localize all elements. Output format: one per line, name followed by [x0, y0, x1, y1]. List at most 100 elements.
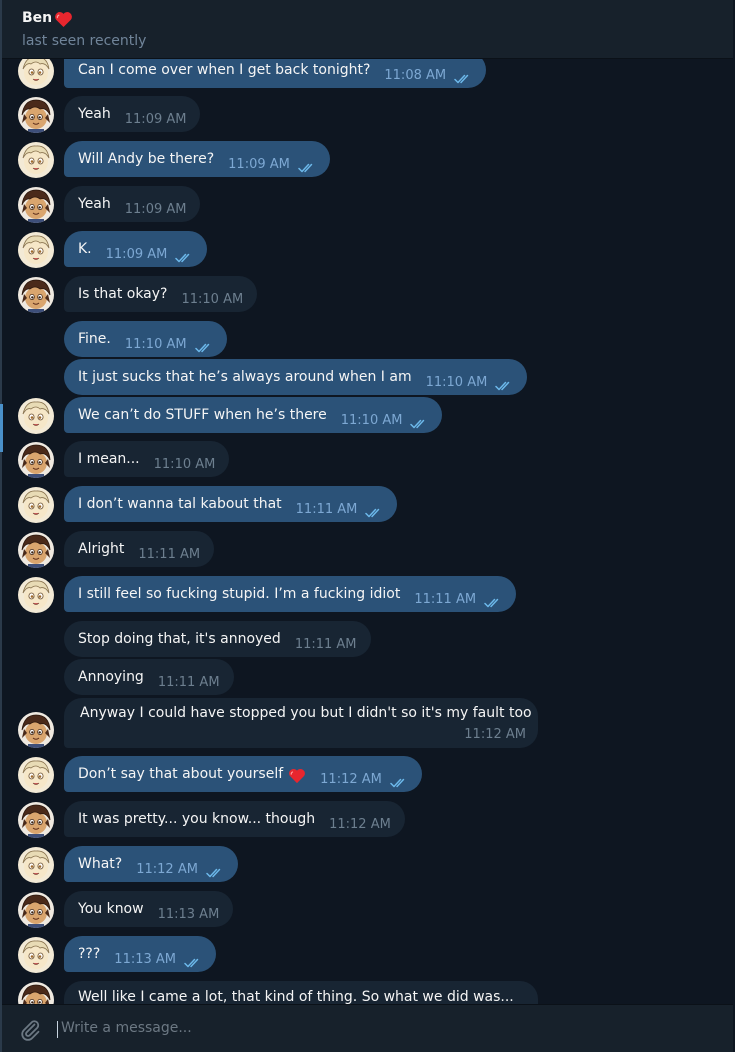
message-time: 11:11 AM	[414, 591, 477, 607]
message-bubble[interactable]: Well like I came a lot, that kind of thi…	[64, 981, 538, 1004]
message-time: 11:13 AM	[114, 951, 177, 967]
read-checkmarks-icon	[495, 376, 513, 391]
message-time: 11:11 AM	[157, 674, 220, 690]
message-text: I mean...	[78, 451, 140, 467]
message-bubble[interactable]: Anyway I could have stopped you but I di…	[64, 698, 538, 748]
message-text: I don’t wanna tal kabout that	[78, 496, 282, 512]
avatar-me[interactable]	[18, 398, 54, 434]
message-bubble[interactable]: K. 11:09 AM	[64, 231, 208, 267]
read-checkmarks-icon	[184, 953, 202, 968]
avatar-ben[interactable]	[18, 892, 54, 928]
heart-icon	[55, 12, 72, 28]
message-bubble[interactable]: You know 11:13 AM	[64, 891, 234, 927]
read-checkmarks-icon	[390, 773, 408, 788]
read-checkmarks-icon	[410, 414, 428, 429]
message-time: 11:08 AM	[384, 67, 447, 83]
message-text: Will Andy be there?	[78, 151, 215, 167]
read-checkmarks-icon	[175, 248, 193, 263]
message-bubble[interactable]: We can’t do STUFF when he’s there 11:10 …	[64, 397, 443, 433]
avatar-ben[interactable]	[18, 532, 54, 568]
contact-name[interactable]: Ben	[22, 10, 52, 26]
message-bubble[interactable]: Yeah 11:09 AM	[64, 186, 201, 222]
message-bubble[interactable]: ??? 11:13 AM	[64, 936, 217, 972]
message-text: What?	[78, 856, 123, 872]
read-checkmarks-icon	[298, 158, 316, 173]
read-checkmarks-icon	[484, 593, 502, 608]
avatar-ben[interactable]	[18, 187, 54, 223]
message-bubble[interactable]: Fine. 11:10 AM	[64, 321, 227, 357]
message-bubble[interactable]: Can I come over when I get back tonight?…	[64, 59, 487, 88]
avatar-me[interactable]	[18, 937, 54, 973]
message-text: Yeah	[78, 196, 111, 212]
message-time: 11:12 AM	[329, 816, 391, 832]
avatar-ben[interactable]	[18, 982, 54, 1004]
heart-icon	[289, 768, 306, 784]
message-text: Yeah	[78, 106, 111, 122]
read-checkmarks-icon	[206, 863, 224, 878]
message-time: 11:10 AM	[425, 374, 488, 390]
message-bubble[interactable]: Will Andy be there? 11:09 AM	[64, 141, 330, 177]
message-time: 11:09 AM	[228, 156, 290, 172]
message-text: Don’t say that about yourself	[78, 766, 284, 782]
avatar-me[interactable]	[18, 59, 54, 89]
message-text: Stop doing that, it's annoyed	[78, 631, 281, 647]
avatar-me[interactable]	[18, 232, 54, 268]
avatar-ben[interactable]	[18, 97, 54, 133]
chat-header[interactable]: Ben last seen recently	[2, 0, 733, 59]
avatar-ben[interactable]	[18, 712, 54, 748]
message-text: Annoying	[78, 669, 144, 685]
message-time: 11:10 AM	[153, 456, 216, 472]
message-bubble[interactable]: I mean... 11:10 AM	[64, 441, 230, 477]
message-time: 11:13 AM	[157, 906, 220, 922]
message-time: 11:11 AM	[294, 636, 357, 652]
avatar-me[interactable]	[18, 847, 54, 883]
message-time: 11:11 AM	[138, 546, 201, 562]
last-seen-status: last seen recently	[22, 33, 147, 49]
read-checkmarks-icon	[365, 503, 383, 518]
avatar-me[interactable]	[18, 142, 54, 178]
message-time: 11:10 AM	[340, 412, 403, 428]
message-text: I still feel so fucking stupid. I’m a fu…	[78, 586, 401, 602]
message-bubble[interactable]: Annoying 11:11 AM	[64, 659, 234, 695]
message-bubble[interactable]: It just sucks that he’s always around wh…	[64, 359, 528, 395]
message-time: 11:12 AM	[136, 861, 198, 877]
avatar-me[interactable]	[18, 757, 54, 793]
paperclip-icon[interactable]	[18, 1017, 42, 1041]
avatar-ben[interactable]	[18, 802, 54, 838]
message-bubble[interactable]: It was pretty... you know... though 11:1…	[64, 801, 405, 837]
message-bubble[interactable]: Alright 11:11 AM	[64, 531, 215, 567]
message-text: Can I come over when I get back tonight?	[78, 62, 371, 78]
message-bubble[interactable]: Yeah 11:09 AM	[64, 96, 201, 132]
message-time: 11:12 AM	[320, 771, 382, 787]
message-bubble[interactable]: Stop doing that, it's annoyed 11:11 AM	[64, 621, 371, 657]
message-text: It just sucks that he’s always around wh…	[78, 369, 412, 385]
selection-indicator	[0, 404, 3, 452]
message-bubble[interactable]: Don’t say that about yourself 11:12 AM	[64, 756, 422, 792]
message-time: 11:09 AM	[124, 111, 187, 127]
message-text: Is that okay?	[78, 286, 168, 302]
message-bubble[interactable]: I still feel so fucking stupid. I’m a fu…	[64, 576, 517, 612]
avatar-ben[interactable]	[18, 277, 54, 313]
telegram-window: Ben last seen recently Can I come over w…	[0, 0, 735, 1052]
message-text: You know	[78, 901, 144, 917]
message-text: Well like I came a lot, that kind of thi…	[78, 989, 514, 1004]
message-time: 11:12 AM	[464, 727, 526, 742]
message-text: We can’t do STUFF when he’s there	[78, 407, 327, 423]
message-text: It was pretty... you know... though	[78, 811, 316, 827]
message-input[interactable]: Write a message...	[61, 1020, 192, 1036]
text-cursor	[57, 1021, 58, 1038]
message-bubble[interactable]: Is that okay? 11:10 AM	[64, 276, 258, 312]
read-checkmarks-icon	[194, 338, 213, 353]
read-checkmarks-icon	[454, 69, 472, 84]
message-list[interactable]: Can I come over when I get back tonight?…	[2, 59, 733, 1004]
message-time: 11:09 AM	[124, 201, 187, 217]
message-bubble[interactable]: What? 11:12 AM	[64, 846, 238, 882]
avatar-ben[interactable]	[18, 442, 54, 478]
message-time: 11:11 AM	[295, 501, 358, 517]
message-text: K.	[78, 241, 92, 257]
avatar-me[interactable]	[18, 487, 54, 523]
message-composer[interactable]: Write a message...	[2, 1004, 733, 1052]
message-text: Alright	[78, 541, 125, 557]
avatar-me[interactable]	[18, 577, 54, 613]
message-bubble[interactable]: I don’t wanna tal kabout that 11:11 AM	[64, 486, 398, 522]
